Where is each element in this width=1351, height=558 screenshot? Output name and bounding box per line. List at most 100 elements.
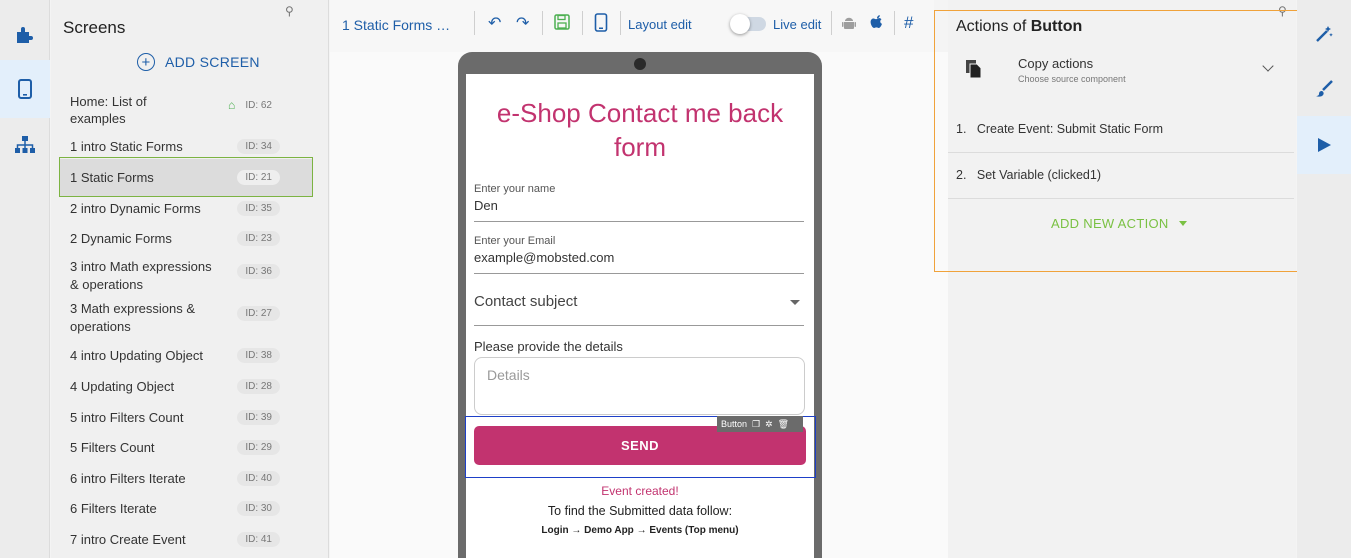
details-label: Please provide the details (474, 339, 623, 354)
hash-icon[interactable]: # (904, 13, 913, 33)
screen-item[interactable]: 2 Dynamic Forms ID: 23 (60, 229, 312, 249)
mobile-icon (18, 79, 32, 99)
toolbar-divider (831, 11, 832, 35)
left-rail (0, 0, 50, 558)
style-button[interactable] (1297, 60, 1351, 118)
screen-id: ID: 35 (237, 201, 280, 216)
email-field[interactable]: example@mobsted.com (474, 250, 614, 265)
toolbar-divider (542, 11, 543, 35)
magic-wand-icon (1316, 26, 1333, 42)
camera-dot (634, 58, 646, 70)
form-title-line1: e-Shop Contact me back (496, 98, 784, 128)
top-toolbar: 1 Static Forms … ↶ ↷ Layout edit Live ed… (330, 0, 934, 52)
component-type-label: Button (721, 419, 748, 429)
name-field[interactable]: Den (474, 198, 498, 213)
screen-item[interactable]: 2 intro Dynamic Forms ID: 35 (60, 199, 312, 219)
magic-wand-button[interactable] (1297, 5, 1351, 63)
puzzle-icon (17, 27, 33, 43)
details-textarea[interactable]: Details (474, 357, 805, 415)
screen-id: ID: 38 (237, 348, 280, 363)
save-icon[interactable] (554, 14, 570, 30)
add-screen-button[interactable]: + ADD SCREEN (137, 53, 260, 71)
screen-item-name: 2 intro Dynamic Forms (70, 201, 201, 216)
live-edit-label[interactable]: Live edit (773, 17, 821, 32)
screens-button[interactable] (0, 60, 50, 118)
right-rail (1297, 0, 1351, 558)
screen-id: ID: 41 (237, 532, 280, 547)
apple-icon[interactable] (870, 14, 884, 31)
duplicate-icon[interactable]: ❐ (752, 419, 760, 430)
screen-id: ID: 34 (237, 139, 280, 154)
screen-item[interactable]: 5 Filters Count ID: 29 (60, 438, 312, 458)
screen-item-name: 5 Filters Count (70, 440, 155, 455)
screen-item-name-line2: examples (70, 111, 126, 126)
name-field-label: Enter your name (474, 183, 556, 195)
screen-item-name: 7 intro Create Event (70, 532, 186, 547)
play-icon (1318, 138, 1331, 152)
gear-icon[interactable]: ✲ (765, 419, 773, 430)
android-icon[interactable] (842, 16, 856, 32)
screen-item[interactable]: 4 Updating Object ID: 28 (60, 377, 312, 397)
screen-id: ID: 29 (237, 440, 280, 455)
component-toolbar-chip: Button ❐ ✲ 🗑 (717, 416, 803, 432)
screen-item-name: 2 Dynamic Forms (70, 231, 172, 246)
trash-icon[interactable]: 🗑 (778, 419, 789, 430)
actions-panel-highlight (934, 10, 1348, 272)
email-field-label: Enter your Email (474, 235, 556, 247)
toggle-knob (730, 14, 750, 34)
selected-screen-highlight (59, 157, 313, 197)
screen-item[interactable]: 4 intro Updating Object ID: 38 (60, 346, 312, 366)
home-icon: ⌂ (228, 98, 236, 112)
screen-id: ID: 27 (237, 306, 280, 321)
details-placeholder: Details (487, 367, 530, 383)
toolbar-divider (894, 11, 895, 35)
screen-item-name: 6 intro Filters Iterate (70, 471, 186, 486)
redo-icon[interactable]: ↷ (516, 13, 529, 33)
screen-item[interactable]: 3 Math expressions & operations ID: 27 (60, 300, 312, 336)
screens-title: Screens (63, 18, 126, 37)
mobile-preview-icon[interactable] (594, 13, 608, 32)
form-title: e-Shop Contact me back form (466, 96, 814, 164)
sitemap-icon (15, 136, 35, 153)
screen-item-name: 1 intro Static Forms (70, 139, 183, 154)
sitemap-button[interactable] (0, 116, 50, 174)
screen-item[interactable]: 7 intro Create Event ID: 41 (60, 530, 312, 550)
navigation-path-text: Login → Demo App → Events (Top menu) (541, 525, 739, 536)
screen-item[interactable]: 5 intro Filters Count ID: 39 (60, 408, 312, 428)
paint-brush-icon (1316, 80, 1333, 97)
screen-id: ID: 28 (237, 379, 280, 394)
edit-mode-toggle[interactable] (730, 14, 766, 34)
screen-item-home[interactable]: Home: List of examples ⌂ ID: 62 (60, 90, 312, 130)
screen-item[interactable]: 6 intro Filters Iterate ID: 40 (60, 469, 312, 489)
screen-item[interactable]: 6 Filters Iterate ID: 30 (60, 499, 312, 519)
screen-item-name: 3 intro Math expressions (70, 259, 212, 274)
screen-item-name: 4 Updating Object (70, 379, 175, 394)
screen-id: ID: 40 (237, 471, 280, 486)
add-screen-label: ADD SCREEN (165, 54, 260, 70)
pin-icon[interactable]: ⚲ (285, 4, 294, 18)
components-button[interactable] (0, 5, 50, 63)
screen-item[interactable]: 1 intro Static Forms ID: 34 (60, 137, 312, 157)
phone-frame: e-Shop Contact me back form Enter your n… (458, 52, 822, 558)
screen-item-name-line2: & operations (70, 277, 143, 292)
undo-icon[interactable]: ↶ (488, 13, 501, 33)
screen-id: ID: 36 (237, 264, 280, 279)
screens-panel: Screens ⚲ + ADD SCREEN Home: List of exa… (51, 0, 329, 558)
app-root: Screens ⚲ + ADD SCREEN Home: List of exa… (0, 0, 1351, 558)
contact-subject-select[interactable]: Contact subject (474, 293, 577, 310)
current-screen-title[interactable]: 1 Static Forms … (342, 17, 450, 33)
event-created-text: Event created! (601, 484, 679, 498)
find-data-text: To find the Submitted data follow: (547, 504, 733, 518)
dropdown-caret-icon[interactable] (790, 300, 800, 305)
phone-screen: e-Shop Contact me back form Enter your n… (466, 74, 814, 558)
name-field-underline (474, 221, 804, 222)
layout-edit-label[interactable]: Layout edit (628, 17, 692, 32)
toolbar-divider (582, 11, 583, 35)
screen-item[interactable]: 3 intro Math expressions & operations ID… (60, 258, 312, 294)
screen-item-name: 4 intro Updating Object (70, 348, 203, 363)
screen-item-name: 6 Filters Iterate (70, 501, 157, 516)
screen-id: ID: 62 (245, 100, 272, 111)
screen-id: ID: 39 (237, 410, 280, 425)
actions-button[interactable] (1297, 116, 1351, 174)
form-title-line2: form (614, 132, 666, 162)
